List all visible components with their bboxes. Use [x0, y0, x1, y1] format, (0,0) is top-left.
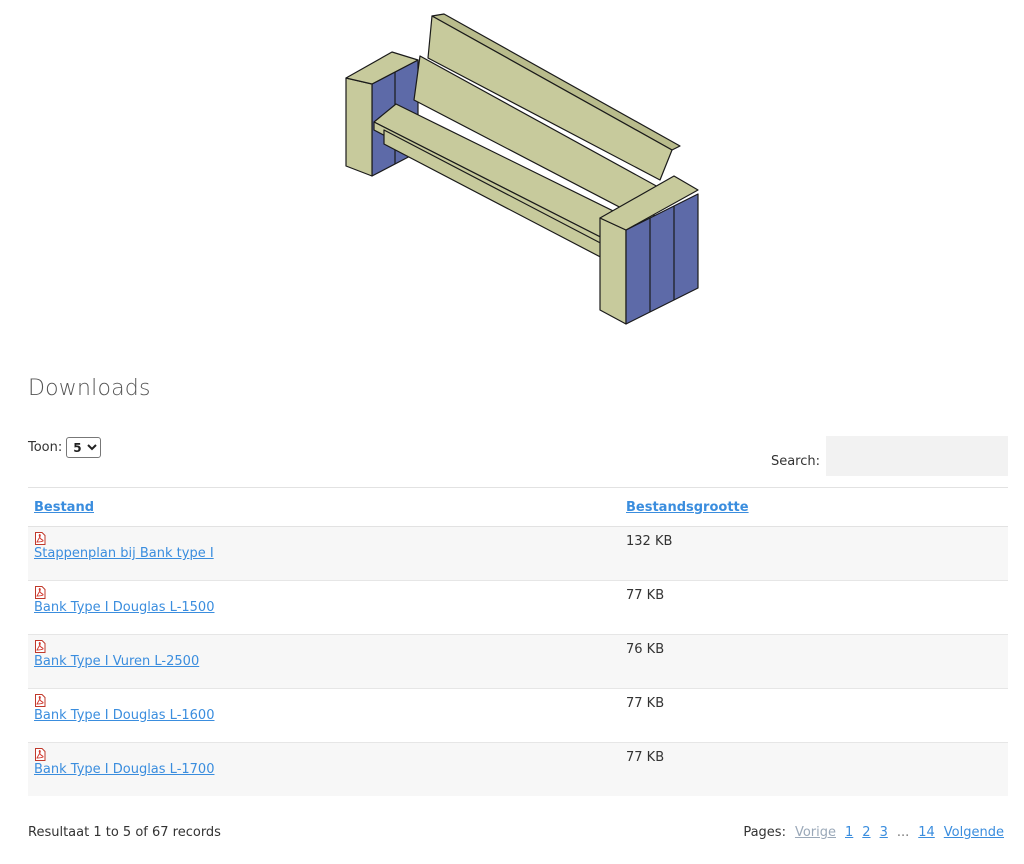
search-input[interactable] [826, 436, 1008, 476]
page-link-1[interactable]: 1 [845, 825, 853, 840]
page-length-select[interactable]: 5 [66, 437, 102, 458]
size-cell: 77 KB [620, 742, 1008, 796]
pagination-ellipsis: ... [896, 825, 910, 840]
bench-product-image [330, 8, 710, 333]
prev-page-link[interactable]: Vorige [795, 825, 836, 840]
table-header-row: Bestand Bestandsgrootte [28, 487, 1008, 527]
file-cell: Bank Type I Douglas L-1500 [28, 580, 620, 635]
table-row: Bank Type I Douglas L-1600 77 KB [28, 688, 1008, 743]
file-link[interactable]: Stappenplan bij Bank type I [34, 546, 214, 561]
pagination-label: Pages: [743, 825, 786, 840]
table-row: Bank Type I Vuren L-2500 76 KB [28, 634, 1008, 689]
page-link-2[interactable]: 2 [862, 825, 870, 840]
file-link[interactable]: Bank Type I Vuren L-2500 [34, 654, 199, 669]
file-cell: Bank Type I Vuren L-2500 [28, 634, 620, 689]
next-page-link[interactable]: Volgende [944, 825, 1004, 840]
result-summary: Resultaat 1 to 5 of 67 records [28, 825, 221, 840]
file-link[interactable]: Bank Type I Douglas L-1600 [34, 708, 214, 723]
page-link-last[interactable]: 14 [918, 825, 935, 840]
size-cell: 77 KB [620, 688, 1008, 743]
file-link[interactable]: Bank Type I Douglas L-1700 [34, 762, 214, 777]
file-cell: Stappenplan bij Bank type I [28, 526, 620, 581]
sort-link-bestandsgrootte[interactable]: Bestandsgrootte [626, 500, 749, 515]
downloads-table: Bestand Bestandsgrootte Stappenplan bij … [28, 487, 1008, 796]
column-header-bestand[interactable]: Bestand [28, 487, 620, 527]
file-size: 76 KB [626, 642, 665, 657]
pdf-icon [35, 694, 46, 707]
column-header-bestandsgrootte[interactable]: Bestandsgrootte [620, 487, 1008, 527]
file-size: 77 KB [626, 750, 665, 765]
file-cell: Bank Type I Douglas L-1700 [28, 742, 620, 796]
table-search: Search: [771, 436, 1008, 476]
file-link[interactable]: Bank Type I Douglas L-1500 [34, 600, 214, 615]
pdf-icon [35, 586, 46, 599]
pdf-icon [35, 748, 46, 761]
size-cell: 132 KB [620, 526, 1008, 581]
file-size: 77 KB [626, 588, 665, 603]
pagination: Pages: Vorige 1 2 3 ... 14 Volgende [743, 825, 1004, 840]
pdf-icon [35, 640, 46, 653]
file-size: 132 KB [626, 534, 673, 549]
page-length-label: Toon: [28, 440, 63, 455]
size-cell: 77 KB [620, 580, 1008, 635]
page-link-3[interactable]: 3 [880, 825, 888, 840]
size-cell: 76 KB [620, 634, 1008, 689]
table-row: Bank Type I Douglas L-1500 77 KB [28, 580, 1008, 635]
file-size: 77 KB [626, 696, 665, 711]
sort-link-bestand[interactable]: Bestand [34, 500, 94, 515]
table-row: Stappenplan bij Bank type I 132 KB [28, 526, 1008, 581]
downloads-heading: Downloads [28, 376, 151, 401]
page-length-control: Toon: 5 [28, 437, 102, 458]
table-row: Bank Type I Douglas L-1700 77 KB [28, 742, 1008, 796]
search-label: Search: [770, 454, 820, 469]
pdf-icon [35, 532, 46, 545]
file-cell: Bank Type I Douglas L-1600 [28, 688, 620, 743]
